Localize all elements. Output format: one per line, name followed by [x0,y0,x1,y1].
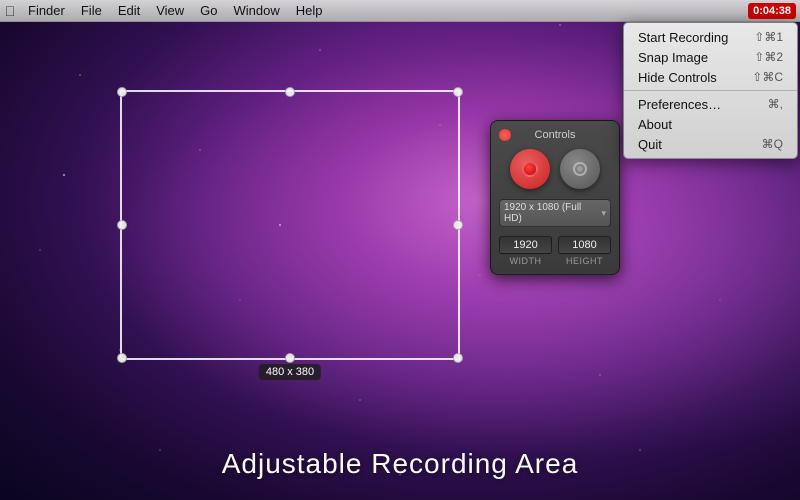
height-input[interactable] [558,236,611,254]
ctx-snap-image[interactable]: Snap Image ⇧⌘2 [624,47,797,67]
width-input[interactable] [499,236,552,254]
handle-top-right[interactable] [453,87,463,97]
chevron-down-icon: ▾ [601,208,606,219]
handle-top-left[interactable] [117,87,127,97]
menu-help[interactable]: Help [288,0,331,22]
height-field: HEIGHT [558,235,611,266]
handle-middle-left[interactable] [117,220,127,230]
menu-edit[interactable]: Edit [110,0,148,22]
record-button[interactable] [510,149,550,189]
bottom-text: Adjustable Recording Area [0,448,800,480]
menu-window[interactable]: Window [226,0,288,22]
handle-bottom-right[interactable] [453,353,463,363]
resolution-select[interactable]: 1920 x 1080 (Full HD) ▾ [499,199,611,227]
controls-panel: Controls 1920 x 1080 (Full HD) ▾ WIDTH H… [490,120,620,275]
width-field: WIDTH [499,235,552,266]
height-label: HEIGHT [558,256,611,266]
desktop:  Finder File Edit View Go Window Help 0… [0,0,800,500]
ctx-separator-1 [624,90,797,91]
snap-button[interactable] [560,149,600,189]
size-tooltip: 480 x 380 [259,364,321,380]
menubar-right: 0:04:38 [748,3,800,19]
ctx-about[interactable]: About [624,114,797,134]
controls-title-bar: Controls [499,129,611,141]
resolution-label: 1920 x 1080 (Full HD) [504,202,601,224]
menubar:  Finder File Edit View Go Window Help 0… [0,0,800,22]
menu-go[interactable]: Go [192,0,225,22]
wh-inputs: WIDTH HEIGHT [499,235,611,266]
recording-area[interactable]: 480 x 380 [120,90,460,360]
controls-buttons [499,149,611,189]
handle-bottom-center[interactable] [285,353,295,363]
record-icon [522,161,538,177]
handle-top-center[interactable] [285,87,295,97]
recording-time-badge: 0:04:38 [748,3,796,19]
ctx-quit[interactable]: Quit ⌘Q [624,134,797,154]
apple-menu[interactable]:  [0,0,20,22]
context-menu: Start Recording ⇧⌘1 Snap Image ⇧⌘2 Hide … [623,22,798,159]
controls-title: Controls [535,129,576,141]
ctx-start-recording[interactable]: Start Recording ⇧⌘1 [624,27,797,47]
snap-icon [573,162,587,176]
ctx-hide-controls[interactable]: Hide Controls ⇧⌘C [624,67,797,87]
ctx-preferences[interactable]: Preferences… ⌘, [624,94,797,114]
menu-view[interactable]: View [148,0,192,22]
handle-bottom-left[interactable] [117,353,127,363]
width-label: WIDTH [499,256,552,266]
menu-finder[interactable]: Finder [20,0,73,22]
menu-file[interactable]: File [73,0,110,22]
handle-middle-right[interactable] [453,220,463,230]
controls-close-button[interactable] [499,129,511,141]
